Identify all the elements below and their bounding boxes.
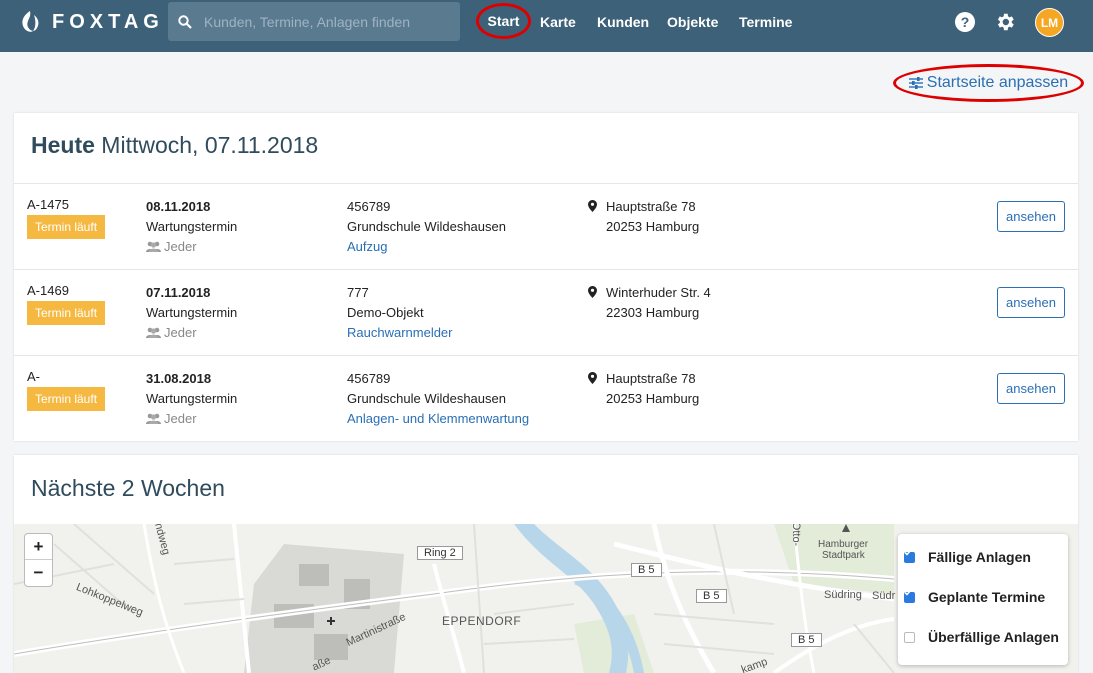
appointment-type: Wartungstermin — [146, 219, 238, 234]
appointment-type: Wartungstermin — [146, 391, 238, 406]
city: 22303 Hamburg — [606, 305, 700, 320]
nav-item-objekte[interactable]: Objekte — [667, 14, 718, 30]
next-two-weeks-card: Nächste 2 Wochen + − andweg Lohkoppelweg… — [14, 455, 1078, 673]
user-avatar[interactable]: LM — [1035, 8, 1064, 37]
map-pin-icon — [588, 200, 597, 212]
sliders-icon — [908, 77, 923, 89]
system-link[interactable]: Rauchwarnmelder — [347, 323, 453, 343]
object-number: 777 — [347, 285, 369, 300]
view-button[interactable]: ansehen — [997, 373, 1065, 404]
map-legend: Fällige Anlagen Geplante Termine Überfäl… — [898, 534, 1068, 665]
legend-ueberfaellige-anlagen[interactable]: Überfällige Anlagen — [904, 629, 1059, 645]
assignee: Jeder — [164, 325, 197, 340]
today-card: Heute Mittwoch, 07.11.2018 A-1475 Termin… — [14, 113, 1078, 441]
legend-label: Fällige Anlagen — [928, 549, 1031, 565]
people-icon — [146, 241, 161, 252]
appointment-date: 07.11.2018 — [146, 285, 211, 300]
checkbox-checked-icon[interactable] — [904, 589, 915, 603]
checkbox-unchecked-icon[interactable] — [904, 631, 915, 643]
checkbox-checked-icon[interactable] — [904, 549, 915, 563]
assignee: Jeder — [164, 239, 197, 254]
people-icon — [146, 413, 161, 424]
status-badge: Termin läuft — [27, 387, 106, 411]
status-badge: Termin läuft — [27, 301, 106, 325]
legend-faellige-anlagen[interactable]: Fällige Anlagen — [904, 549, 1031, 565]
nav-item-karte[interactable]: Karte — [540, 14, 576, 30]
object-name: Grundschule Wildeshausen — [347, 391, 506, 406]
help-icon[interactable]: ? — [955, 12, 975, 32]
map-zoom-control: + − — [24, 533, 53, 587]
object-name: Demo-Objekt — [347, 305, 424, 320]
map-pin-icon — [588, 286, 597, 298]
map-label: Stadtpark — [822, 550, 865, 561]
zoom-out-button[interactable]: − — [25, 560, 52, 586]
customize-startpage-link[interactable]: Startseite anpassen — [893, 64, 1084, 102]
map-view[interactable]: + − andweg Lohkoppelweg Martinistraße EP… — [14, 524, 1078, 673]
appointment-date: 31.08.2018 — [146, 371, 212, 386]
system-link[interactable]: Aufzug — [347, 237, 506, 257]
appointment-type: Wartungstermin — [146, 305, 238, 320]
system-link[interactable]: Anlagen- und Klemmenwartung — [347, 409, 529, 429]
nav-item-start[interactable]: Start — [476, 3, 531, 39]
appointment-row[interactable]: A-1475 Termin läuft 08.11.2018 Wartungst… — [14, 183, 1078, 269]
top-navigation-bar: FOXTAG Start Karte Kunden Objekte Termin… — [0, 0, 1093, 52]
appointment-date: 08.11.2018 — [146, 199, 211, 214]
street: Hauptstraße 78 — [606, 371, 696, 386]
nav-item-termine[interactable]: Termine — [739, 14, 792, 30]
street: Hauptstraße 78 — [606, 199, 696, 214]
map-pin-icon — [588, 372, 597, 384]
map-label: Hamburger — [818, 539, 869, 550]
customize-label: Startseite anpassen — [926, 74, 1069, 91]
search-bar[interactable] — [168, 2, 460, 41]
legend-geplante-termine[interactable]: Geplante Termine — [904, 589, 1045, 605]
legend-label: Überfällige Anlagen — [928, 629, 1059, 645]
appointment-row[interactable]: A- Termin läuft 31.08.2018 Wartungstermi… — [14, 355, 1078, 441]
road-sign: B 5 — [791, 633, 822, 647]
nav-start-label: Start — [487, 13, 520, 29]
gear-icon[interactable] — [994, 11, 1016, 33]
nav-item-kunden[interactable]: Kunden — [597, 14, 649, 30]
map-label: EPPENDORF — [442, 614, 522, 628]
view-button[interactable]: ansehen — [997, 287, 1065, 318]
road-sign: B 5 — [631, 563, 662, 577]
today-title-bold: Heute — [31, 132, 95, 158]
status-badge: Termin läuft — [27, 215, 106, 239]
appointment-id: A- — [27, 369, 40, 384]
fox-logo-icon — [22, 11, 39, 32]
foxtag-logo[interactable]: FOXTAG — [18, 9, 164, 35]
road-sign: B 5 — [696, 589, 727, 603]
brand-name: FOXTAG — [52, 10, 164, 33]
object-number: 456789 — [347, 199, 391, 214]
zoom-in-button[interactable]: + — [25, 534, 52, 560]
map-label: Otto- — [790, 524, 803, 547]
people-icon — [146, 327, 161, 338]
assignee: Jeder — [164, 411, 197, 426]
street: Winterhuder Str. 4 — [606, 285, 711, 300]
map-label: Südr — [872, 590, 896, 602]
today-title: Heute Mittwoch, 07.11.2018 — [31, 132, 318, 159]
city: 20253 Hamburg — [606, 219, 700, 234]
appointment-id: A-1469 — [27, 283, 69, 298]
appointment-row[interactable]: A-1469 Termin läuft 07.11.2018 Wartungst… — [14, 269, 1078, 355]
next-title: Nächste 2 Wochen — [31, 475, 225, 501]
legend-label: Geplante Termine — [928, 589, 1046, 605]
map-label: Südring — [824, 589, 862, 601]
view-button[interactable]: ansehen — [997, 201, 1065, 232]
search-icon — [178, 14, 192, 29]
search-input[interactable] — [204, 13, 454, 30]
appointment-id: A-1475 — [27, 197, 69, 212]
city: 20253 Hamburg — [606, 391, 700, 406]
object-name: Grundschule Wildeshausen — [347, 219, 506, 234]
object-number: 456789 — [347, 371, 391, 386]
today-date: Mittwoch, 07.11.2018 — [101, 132, 319, 158]
road-sign: Ring 2 — [417, 546, 463, 560]
